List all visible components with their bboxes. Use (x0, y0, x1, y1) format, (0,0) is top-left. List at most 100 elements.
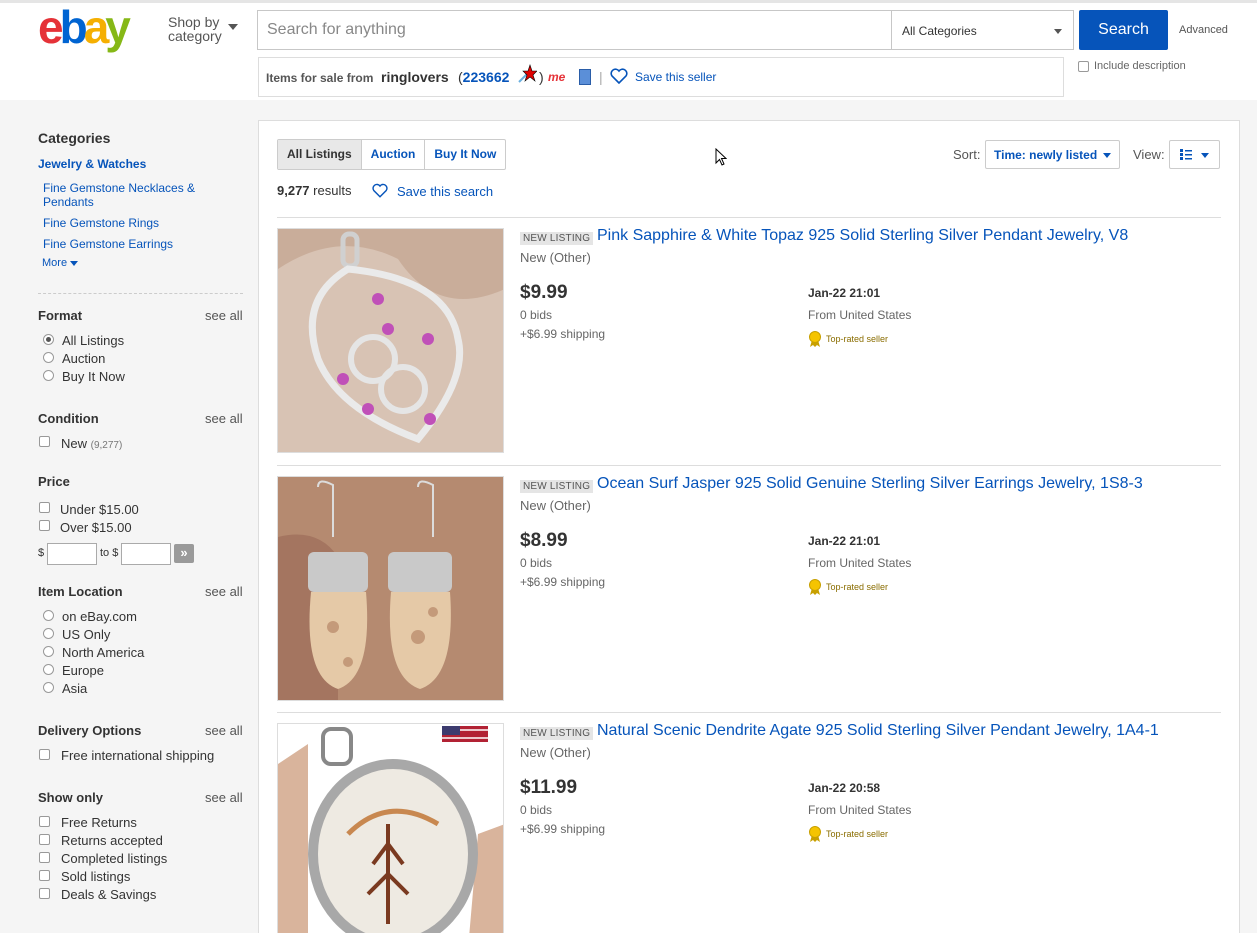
tab-buy-it-now[interactable]: Buy It Now (425, 140, 505, 169)
feedback-score-link[interactable]: 223662 (463, 69, 510, 85)
search-placeholder: Search for anything (267, 21, 406, 38)
category-jewelry-watches[interactable]: Jewelry & Watches (38, 157, 146, 171)
subcategory-earrings[interactable]: Fine Gemstone Earrings (43, 237, 173, 251)
more-categories-link[interactable]: More (42, 257, 79, 269)
search-input[interactable]: Search for anything (257, 10, 892, 50)
save-search-label: Save this search (397, 184, 494, 199)
top-rated-seller-badge: Top-rated seller (808, 579, 908, 595)
category-select-value: All Categories (902, 24, 977, 38)
radio-location-na[interactable] (43, 646, 54, 657)
item-location-see-all[interactable]: see all (205, 584, 243, 599)
chevron-down-icon (1103, 153, 1111, 158)
top-border (0, 0, 1257, 3)
seller-name-link[interactable]: ringlovers (381, 69, 449, 85)
condition-title: Condition (38, 411, 99, 426)
tab-auction[interactable]: Auction (362, 140, 426, 169)
listing-item: NEW LISTING Natural Scenic Dendrite Agat… (277, 722, 1221, 933)
new-listing-badge: NEW LISTING (520, 232, 594, 245)
new-listing-badge: NEW LISTING (520, 727, 594, 740)
checkbox-completed-listings[interactable] (39, 852, 50, 863)
sort-select[interactable]: Time: newly listed (985, 140, 1120, 169)
price-to-label: to $ (100, 547, 119, 559)
me-badge-icon[interactable]: me (548, 70, 565, 84)
delivery-option-label: Free international shipping (61, 748, 215, 763)
checkbox-over-15[interactable] (39, 520, 50, 531)
radio-buy-it-now[interactable] (43, 370, 54, 381)
show-only-see-all[interactable]: see all (205, 790, 243, 805)
listing-image[interactable] (277, 228, 504, 453)
format-option-label: All Listings (62, 333, 125, 348)
save-seller-link[interactable]: Save this seller (635, 70, 716, 84)
include-description-label: Include description (1094, 60, 1186, 72)
divider (277, 712, 1221, 713)
checkbox-returns-accepted[interactable] (39, 834, 50, 845)
listing-image[interactable] (277, 476, 504, 701)
category-select[interactable]: All Categories (891, 10, 1074, 50)
checkbox-under-15[interactable] (39, 502, 50, 513)
listing-title-link[interactable]: Pink Sapphire & White Topaz 925 Solid St… (597, 227, 1128, 245)
radio-location-asia[interactable] (43, 682, 54, 693)
checkbox-new[interactable] (39, 436, 50, 447)
advanced-search-link[interactable]: Advanced (1179, 24, 1228, 36)
shop-by-category-button[interactable]: Shop by category (168, 15, 238, 44)
top-rated-seller-badge: Top-rated seller (808, 826, 908, 842)
listing-time: Jan-22 21:01 (808, 534, 881, 548)
categories-title: Categories (38, 130, 111, 146)
format-see-all[interactable]: see all (205, 308, 243, 323)
listing-shipping: +$6.99 shipping (520, 327, 606, 341)
heart-icon[interactable] (610, 68, 628, 84)
radio-auction[interactable] (43, 352, 54, 363)
listing-title-link[interactable]: Ocean Surf Jasper 925 Solid Genuine Ster… (597, 475, 1143, 493)
listing-bids: 0 bids (520, 308, 553, 322)
price-min-currency: $ (38, 547, 45, 559)
view-select[interactable] (1169, 140, 1220, 169)
search-button[interactable]: Search (1079, 10, 1168, 50)
include-description-checkbox[interactable] (1078, 61, 1089, 72)
listing-time: Jan-22 21:01 (808, 286, 881, 300)
radio-location-us[interactable] (43, 628, 54, 639)
format-title: Format (38, 308, 83, 323)
top-rated-seller-label: Top-rated seller (826, 582, 889, 592)
top-rated-medal-icon (809, 826, 821, 842)
listing-image[interactable] (277, 723, 504, 933)
listing-price: $11.99 (520, 777, 578, 798)
listing-bids: 0 bids (520, 556, 553, 570)
top-rated-seller-label: Top-rated seller (826, 334, 889, 344)
delivery-see-all[interactable]: see all (205, 723, 243, 738)
divider (277, 465, 1221, 466)
listing-bids: 0 bids (520, 803, 553, 817)
store-icon[interactable] (579, 69, 591, 85)
tab-all-listings[interactable]: All Listings (278, 140, 362, 169)
listing-condition: New (Other) (520, 498, 591, 513)
listing-location: From United States (808, 556, 912, 570)
listing-condition: New (Other) (520, 250, 591, 265)
radio-location-ebay[interactable] (43, 610, 54, 621)
ebay-logo[interactable]: ebay (38, 5, 158, 55)
price-submit-button[interactable]: » (174, 544, 194, 563)
radio-all-listings[interactable] (43, 334, 54, 345)
listing-title-link[interactable]: Natural Scenic Dendrite Agate 925 Solid … (597, 722, 1159, 740)
format-option-label: Buy It Now (62, 369, 125, 384)
listing-time: Jan-22 20:58 (808, 781, 881, 795)
price-min-input[interactable] (47, 543, 97, 565)
price-title: Price (38, 474, 70, 489)
radio-location-europe[interactable] (43, 664, 54, 675)
format-option-label: Auction (62, 351, 106, 366)
subcategory-rings[interactable]: Fine Gemstone Rings (43, 216, 159, 230)
results-panel: All Listings Auction Buy It Now 9,277 re… (258, 120, 1240, 933)
price-max-input[interactable] (121, 543, 171, 565)
divider (38, 293, 243, 294)
condition-see-all[interactable]: see all (205, 411, 243, 426)
checkbox-free-returns[interactable] (39, 816, 50, 827)
listing-shipping: +$6.99 shipping (520, 822, 606, 836)
delivery-options-title: Delivery Options (38, 723, 142, 738)
checkbox-sold-listings[interactable] (39, 870, 50, 881)
sort-label: Sort: (953, 147, 981, 162)
checkbox-free-intl-shipping[interactable] (39, 749, 50, 760)
shop-by-label-2: category (168, 28, 222, 44)
svg-text:ebay: ebay (38, 5, 131, 53)
subcategory-necklaces[interactable]: Fine Gemstone Necklaces & Pendants (43, 181, 195, 209)
listing-location: From United States (808, 803, 912, 817)
checkbox-deals-savings[interactable] (39, 888, 50, 899)
show-only-title: Show only (38, 790, 103, 805)
